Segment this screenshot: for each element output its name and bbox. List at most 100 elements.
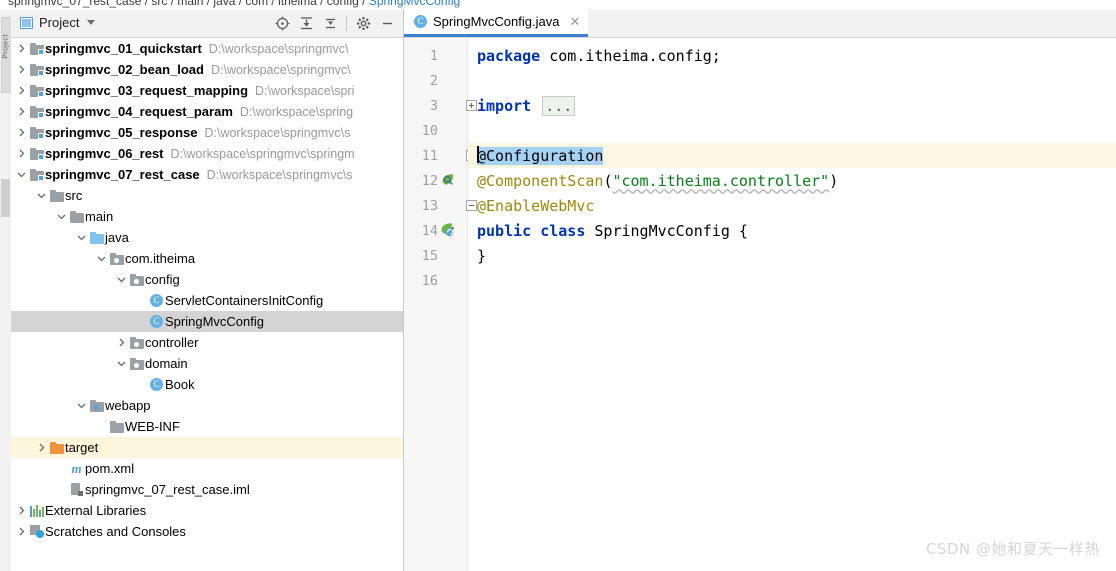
iml-file-icon xyxy=(70,483,83,496)
gutter-line[interactable]: 3 xyxy=(404,93,468,118)
gutter-line[interactable]: 11 xyxy=(404,143,468,168)
iml-file-icon xyxy=(68,479,85,500)
gear-icon[interactable] xyxy=(351,11,375,35)
chevron-down-icon[interactable] xyxy=(87,20,96,25)
tree-row[interactable]: springmvc_07_rest_case D:\workspace\sprin… xyxy=(11,164,403,185)
tree-row[interactable]: webapp xyxy=(11,395,403,416)
module-folder-icon xyxy=(29,147,44,160)
chevron-down-icon[interactable] xyxy=(115,353,128,374)
chevron-right-icon[interactable] xyxy=(15,101,28,122)
java-class-icon: C xyxy=(148,374,165,395)
chevron-right-icon[interactable] xyxy=(15,500,28,521)
chevron-right-icon[interactable] xyxy=(15,80,28,101)
chevron-right-icon[interactable] xyxy=(15,59,28,80)
code-line[interactable]: @Configuration xyxy=(468,143,1116,168)
tree-row[interactable]: springmvc_03_request_mapping D:\workspace… xyxy=(11,80,403,101)
module-folder-icon xyxy=(29,168,44,181)
chevron-down-icon[interactable] xyxy=(75,227,88,248)
code-line[interactable]: @ComponentScan("com.itheima.controller") xyxy=(468,168,1116,193)
gutter-line[interactable]: 14 xyxy=(404,218,468,243)
tree-arrow-placeholder xyxy=(135,374,148,395)
tree-row[interactable]: java xyxy=(11,227,403,248)
gutter-line[interactable]: 10 xyxy=(404,118,468,143)
code-line[interactable]: } xyxy=(468,243,1116,268)
tree-row[interactable]: m pom.xml xyxy=(11,458,403,479)
line-number: 12 xyxy=(421,172,438,189)
tree-row[interactable]: Scratches and Consoles xyxy=(11,521,403,542)
gutter-line[interactable]: 13 xyxy=(404,193,468,218)
tree-row[interactable]: springmvc_05_response D:\workspace\spring… xyxy=(11,122,403,143)
code-line[interactable]: package com.itheima.config; xyxy=(468,43,1116,68)
chevron-right-icon[interactable] xyxy=(15,38,28,59)
spring-bean-icon[interactable] xyxy=(440,222,457,239)
close-icon[interactable]: ✕ xyxy=(569,14,580,30)
tree-row[interactable]: main xyxy=(11,206,403,227)
breadcrumb[interactable]: springmvc_07_rest_case / src / main / ja… xyxy=(0,0,1116,9)
code-line[interactable]: public class SpringMvcConfig { xyxy=(468,218,1116,243)
tree-row[interactable]: springmvc_02_bean_load D:\workspace\sprin… xyxy=(11,59,403,80)
bean-scan-icon[interactable] xyxy=(440,172,457,189)
tree-item-label: src xyxy=(65,188,83,203)
tree-row[interactable]: WEB-INF xyxy=(11,416,403,437)
tree-row[interactable]: External Libraries xyxy=(11,500,403,521)
code-line[interactable] xyxy=(468,68,1116,93)
chevron-right-icon[interactable] xyxy=(15,143,28,164)
gutter-line[interactable]: 2 xyxy=(404,68,468,93)
package-icon xyxy=(129,336,144,349)
chevron-right-icon[interactable] xyxy=(15,521,28,542)
code-content[interactable]: package com.itheima.config; import ... @Co… xyxy=(468,38,1116,571)
gutter-line[interactable]: 1 xyxy=(404,43,468,68)
project-panel-title-group[interactable]: Project xyxy=(20,15,96,30)
gutter-line[interactable]: 15 xyxy=(404,243,468,268)
code-editor[interactable]: 1 2 3 10 11 12 13 14 15 16 package com.itheima.co… xyxy=(404,38,1116,571)
chevron-down-icon[interactable] xyxy=(15,164,28,185)
chevron-down-icon[interactable] xyxy=(35,185,48,206)
locate-icon[interactable] xyxy=(270,11,294,35)
tree-row[interactable]: springmvc_07_rest_case.iml xyxy=(11,479,403,500)
tree-row[interactable]: C SpringMvcConfig xyxy=(11,311,403,332)
chevron-down-icon[interactable] xyxy=(95,248,108,269)
module-folder-icon xyxy=(29,42,44,55)
tree-row[interactable]: springmvc_01_quickstart D:\workspace\spri… xyxy=(11,38,403,59)
tree-row[interactable]: springmvc_04_request_param D:\workspace\s… xyxy=(11,101,403,122)
expand-all-icon[interactable] xyxy=(294,11,318,35)
folder-icon xyxy=(68,206,85,227)
tree-row[interactable]: com.itheima xyxy=(11,248,403,269)
project-tree[interactable]: springmvc_01_quickstart D:\workspace\spri… xyxy=(11,38,403,571)
tree-item-label: main xyxy=(85,209,114,224)
tree-row[interactable]: domain xyxy=(11,353,403,374)
chevron-right-icon[interactable] xyxy=(115,332,128,353)
scratches-icon xyxy=(28,521,45,542)
gutter-line[interactable]: 12 xyxy=(404,168,468,193)
line-number: 15 xyxy=(421,247,438,264)
folder-icon xyxy=(48,185,65,206)
tree-row[interactable]: config xyxy=(11,269,403,290)
chevron-down-icon[interactable] xyxy=(75,395,88,416)
chevron-right-icon[interactable] xyxy=(15,122,28,143)
tree-row[interactable]: C Book xyxy=(11,374,403,395)
tree-item-path: D:\workspace\springmvc\s xyxy=(206,167,353,182)
editor-tab-springmvcconfig[interactable]: C SpringMvcConfig.java ✕ xyxy=(404,9,589,37)
chevron-down-icon[interactable] xyxy=(55,206,68,227)
minimize-icon[interactable] xyxy=(375,11,399,35)
chevron-right-icon[interactable] xyxy=(35,437,48,458)
tree-row[interactable]: C ServletContainersInitConfig xyxy=(11,290,403,311)
code-line[interactable] xyxy=(468,268,1116,293)
code-line[interactable]: @EnableWebMvc xyxy=(468,193,1116,218)
module-folder-icon xyxy=(28,101,45,122)
tree-row[interactable]: target xyxy=(11,437,403,458)
tree-row[interactable]: controller xyxy=(11,332,403,353)
chevron-down-icon[interactable] xyxy=(115,269,128,290)
module-folder-icon xyxy=(29,84,44,97)
tree-row[interactable]: src xyxy=(11,185,403,206)
code-line[interactable]: import ... xyxy=(468,93,1116,118)
editor-gutter[interactable]: 1 2 3 10 11 12 13 14 15 16 xyxy=(404,38,477,571)
code-line[interactable] xyxy=(468,118,1116,143)
tree-row[interactable]: springmvc_06_rest D:\workspace\springmvc\… xyxy=(11,143,403,164)
tool-strip-tab-secondary[interactable] xyxy=(1,179,10,217)
collapse-all-icon[interactable] xyxy=(318,11,342,35)
package-icon xyxy=(128,269,145,290)
gutter-line[interactable]: 16 xyxy=(404,268,468,293)
